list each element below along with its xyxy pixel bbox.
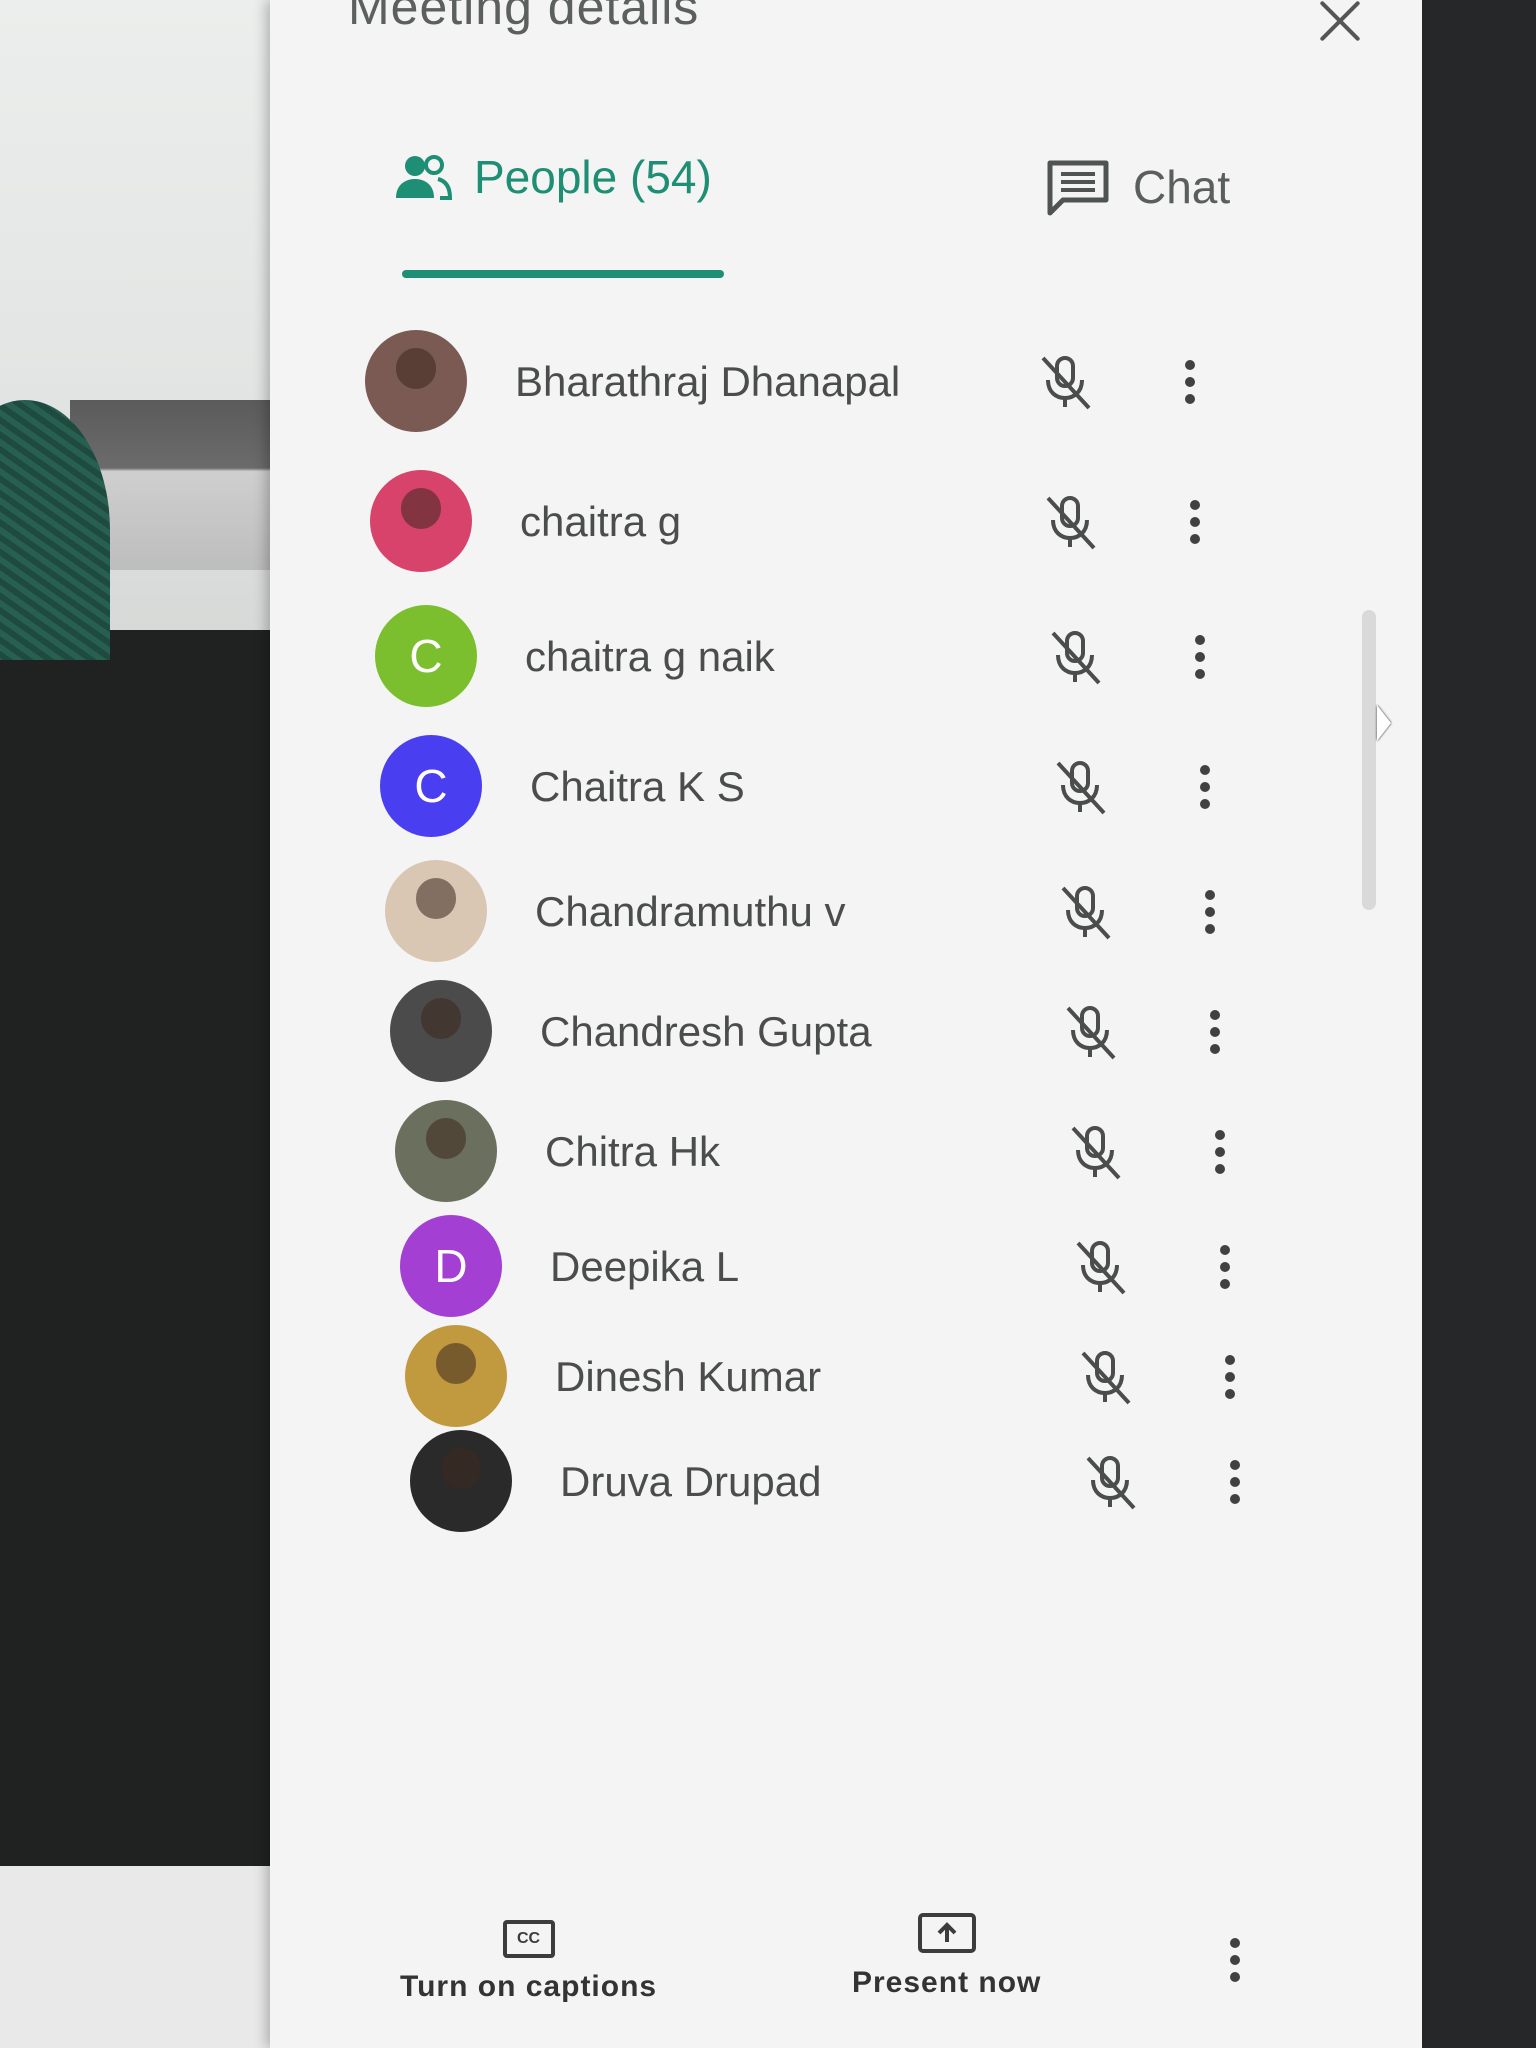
mic-off-icon	[1086, 1456, 1136, 1510]
participant-name: Druva Drupad	[560, 1458, 822, 1505]
participant-row[interactable]: chaitra g	[370, 470, 1350, 580]
mic-off-icon	[1066, 1006, 1116, 1060]
avatar	[405, 1325, 507, 1427]
more-options-icon[interactable]	[1205, 1122, 1235, 1182]
present-now-button[interactable]: Present now	[852, 1912, 1041, 2000]
more-options-icon[interactable]	[1215, 1347, 1245, 1407]
closed-captions-icon: CC	[502, 1920, 555, 1958]
mic-off-icon	[1056, 761, 1106, 815]
participant-name: Dinesh Kumar	[555, 1353, 822, 1400]
meeting-details-panel: Meeting details People (54) Chat Bharath…	[270, 0, 1422, 2048]
more-options-icon[interactable]	[1175, 352, 1205, 412]
mouse-cursor-icon	[1377, 705, 1391, 741]
tab-people[interactable]: People (54)	[394, 150, 712, 204]
participant-name: Bharathraj Dhanapal	[515, 358, 901, 405]
panel-title: Meeting details	[348, 0, 700, 35]
present-screen-icon	[917, 1913, 976, 1953]
participant-name: Chitra Hk	[545, 1128, 721, 1175]
participant-name: Deepika L	[550, 1243, 740, 1290]
participant-row[interactable]: D Deepika L	[400, 1215, 1380, 1325]
tab-people-label: People (54)	[474, 151, 712, 203]
more-options-icon[interactable]	[1200, 1002, 1230, 1062]
participant-row[interactable]: C Chaitra K S	[380, 735, 1360, 845]
participant-row[interactable]: Dinesh Kumar	[405, 1325, 1385, 1435]
screen-bezel	[1420, 0, 1536, 2048]
avatar	[385, 860, 487, 962]
close-icon[interactable]	[1310, 0, 1370, 46]
mic-off-icon	[1046, 496, 1096, 550]
more-options-icon[interactable]	[1220, 1935, 1250, 1985]
active-tab-indicator	[402, 270, 724, 278]
participant-row[interactable]: Druva Drupad	[410, 1430, 1390, 1540]
tab-chat[interactable]: Chat	[1045, 158, 1230, 216]
avatar: C	[380, 735, 482, 837]
participant-name: Chandramuthu v	[535, 888, 846, 935]
avatar: C	[375, 605, 477, 707]
participant-name: Chaitra K S	[530, 763, 745, 810]
avatar	[365, 330, 467, 432]
present-now-label: Present now	[852, 1966, 1042, 1999]
participant-row[interactable]: Bharathraj Dhanapal	[365, 330, 1345, 440]
more-options-icon[interactable]	[1190, 757, 1220, 817]
participant-name: Chandresh Gupta	[540, 1008, 872, 1055]
avatar	[410, 1430, 512, 1532]
more-options-icon[interactable]	[1180, 492, 1210, 552]
mic-off-icon	[1081, 1351, 1131, 1405]
mic-off-icon	[1041, 356, 1091, 410]
participant-name: chaitra g naik	[525, 633, 775, 680]
participant-row[interactable]: Chitra Hk	[395, 1100, 1375, 1210]
more-options-icon[interactable]	[1220, 1452, 1250, 1512]
mic-off-icon	[1051, 631, 1101, 685]
mic-off-icon	[1061, 886, 1111, 940]
scrollbar[interactable]	[1362, 610, 1376, 910]
more-options-icon[interactable]	[1195, 882, 1225, 942]
avatar	[395, 1100, 497, 1202]
avatar: D	[400, 1215, 502, 1317]
participant-row[interactable]: Cchaitra g naik	[375, 605, 1355, 715]
participant-row[interactable]: Chandramuthu v	[385, 860, 1365, 970]
more-options-icon[interactable]	[1210, 1237, 1240, 1297]
mic-off-icon	[1071, 1126, 1121, 1180]
mic-off-icon	[1076, 1241, 1126, 1295]
video-tile-area	[0, 0, 300, 1870]
participant-row[interactable]: Chandresh Gupta	[390, 980, 1370, 1090]
turn-on-captions-button[interactable]: CC Turn on captions	[400, 1920, 657, 2004]
captions-label: Turn on captions	[400, 1970, 658, 2003]
tab-chat-label: Chat	[1133, 161, 1231, 213]
participant-name: chaitra g	[520, 498, 682, 545]
more-options-icon[interactable]	[1185, 627, 1215, 687]
avatar	[370, 470, 472, 572]
chat-icon	[1047, 160, 1109, 216]
people-icon	[396, 155, 452, 200]
avatar	[390, 980, 492, 1082]
